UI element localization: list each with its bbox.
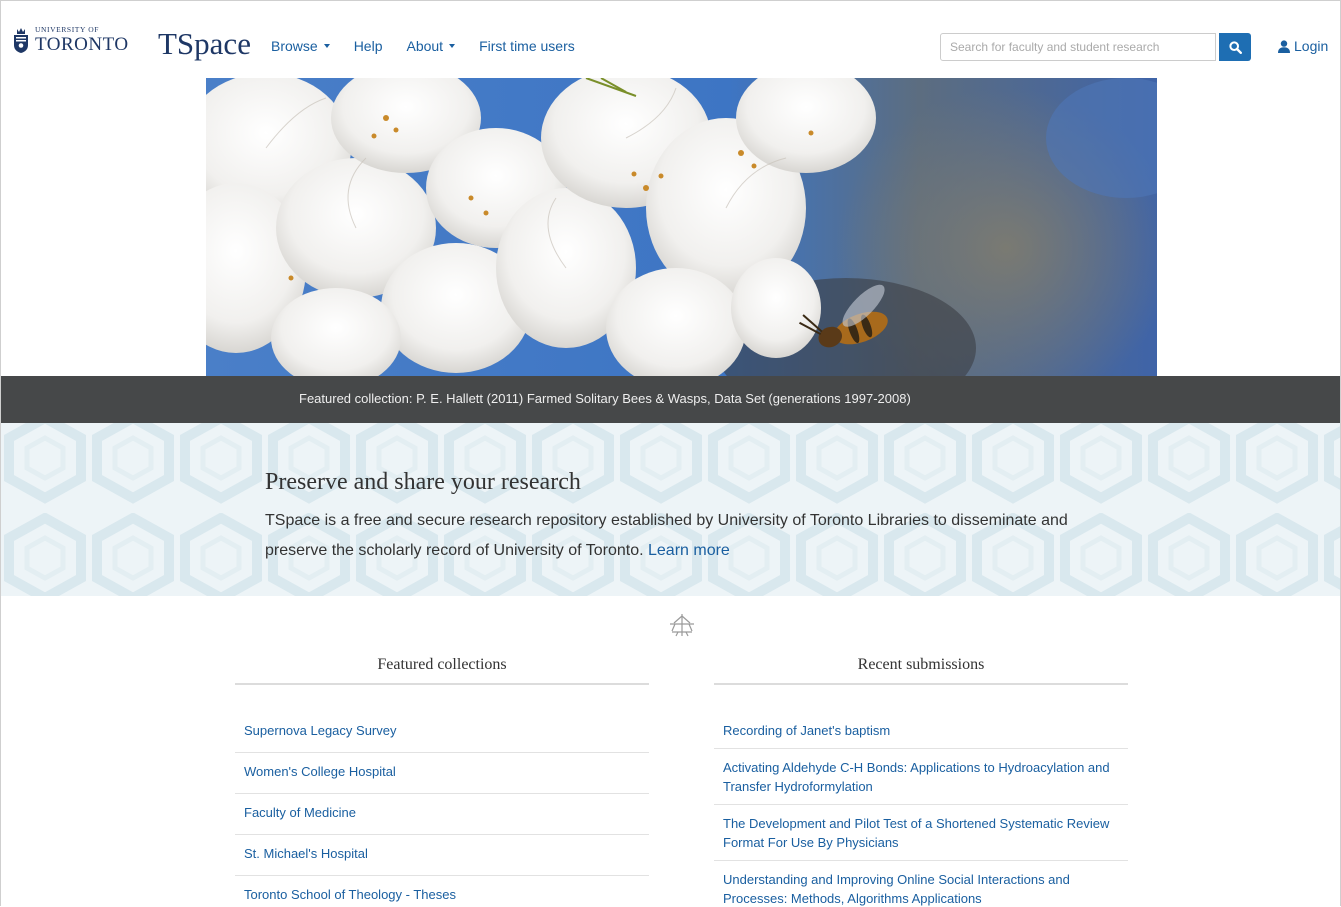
recent-item[interactable]: Activating Aldehyde C-H Bonds: Applicati… xyxy=(714,749,1128,805)
login-link[interactable]: Login xyxy=(1278,38,1328,54)
page-frame: UNIVERSITY OF TORONTO TSpace Browse Help… xyxy=(0,0,1341,906)
search-input[interactable] xyxy=(940,33,1216,61)
recent-item[interactable]: The Development and Pilot Test of a Shor… xyxy=(714,805,1128,861)
tspace-brand[interactable]: TSpace xyxy=(158,28,251,59)
featured-item[interactable]: Supernova Legacy Survey xyxy=(235,712,649,753)
featured-item[interactable]: Women's College Hospital xyxy=(235,753,649,794)
featured-collections: Featured collections Supernova Legacy Su… xyxy=(235,656,649,906)
intro-text: TSpace is a free and secure research rep… xyxy=(265,506,1125,566)
nav-browse[interactable]: Browse xyxy=(271,38,330,54)
featured-item[interactable]: Faculty of Medicine xyxy=(235,794,649,835)
learn-more-link[interactable]: Learn more xyxy=(648,542,730,559)
ornament-icon xyxy=(670,614,694,637)
recent-item[interactable]: Understanding and Improving Online Socia… xyxy=(714,861,1128,906)
recent-submissions: Recent submissions Recording of Janet's … xyxy=(714,656,1128,906)
crest-icon xyxy=(14,28,28,53)
nav-help-label: Help xyxy=(353,38,383,54)
recent-item[interactable]: Recording of Janet's baptism xyxy=(714,712,1128,749)
nav-about[interactable]: About xyxy=(406,38,456,54)
recent-heading: Recent submissions xyxy=(714,656,1128,685)
featured-caption[interactable]: Featured collection: P. E. Hallett (2011… xyxy=(299,391,911,406)
navbar: UNIVERSITY OF TORONTO TSpace Browse Help… xyxy=(1,1,1340,78)
chevron-down-icon xyxy=(323,44,330,49)
chevron-down-icon xyxy=(449,44,456,49)
main-nav: Browse Help About First time users xyxy=(271,38,599,54)
featured-caption-bar: Featured collection: P. E. Hallett (2011… xyxy=(1,376,1340,423)
nav-help[interactable]: Help xyxy=(354,38,383,54)
nav-first-time-users[interactable]: First time users xyxy=(479,38,575,54)
hero-photo-cherry-blossoms-bee xyxy=(206,78,1157,376)
featured-heading: Featured collections xyxy=(235,656,649,685)
intro-title: Preserve and share your research xyxy=(265,469,581,495)
university-of-toronto-logo[interactable]: UNIVERSITY OF TORONTO xyxy=(11,19,141,61)
intro-band: Preserve and share your research TSpace … xyxy=(1,423,1340,596)
user-icon xyxy=(1278,39,1290,53)
uoft-small-label: UNIVERSITY OF xyxy=(35,24,99,34)
search-icon xyxy=(1228,40,1242,54)
recent-list: Recording of Janet's baptism Activating … xyxy=(714,712,1128,906)
search-button[interactable] xyxy=(1219,33,1251,61)
nav-first-time-users-label: First time users xyxy=(479,38,575,54)
login-label: Login xyxy=(1294,38,1329,54)
featured-item[interactable]: Toronto School of Theology - Theses xyxy=(235,876,649,906)
nav-browse-label: Browse xyxy=(271,38,318,54)
uoft-big-label: TORONTO xyxy=(35,34,129,56)
hero-image[interactable] xyxy=(206,78,1157,376)
featured-item[interactable]: St. Michael's Hospital xyxy=(235,835,649,876)
nav-about-label: About xyxy=(406,38,444,54)
featured-list: Supernova Legacy Survey Women's College … xyxy=(235,712,649,906)
